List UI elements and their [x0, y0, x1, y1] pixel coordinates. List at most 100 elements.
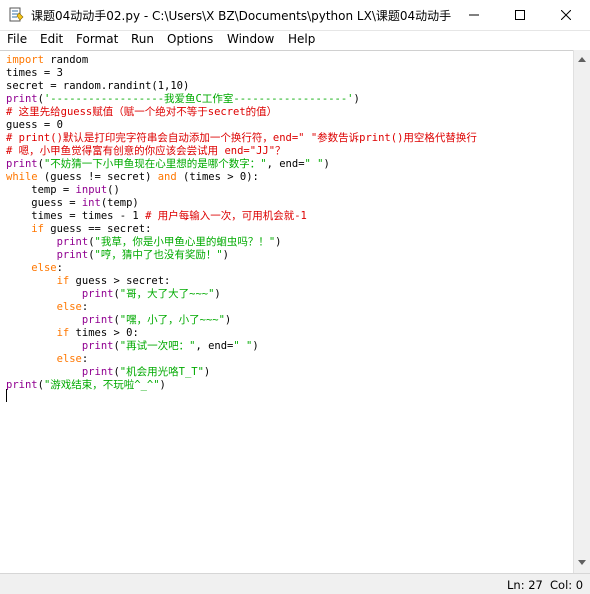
- code-token: ): [214, 288, 221, 300]
- close-icon: [561, 10, 571, 20]
- code-token: print: [81, 314, 114, 326]
- code-token: ): [203, 366, 211, 378]
- vertical-scrollbar[interactable]: [573, 50, 590, 573]
- code-editor[interactable]: import random times = 3 secret = random.ra…: [0, 50, 573, 573]
- code-line: else:: [6, 301, 89, 314]
- code-token: print: [6, 158, 38, 170]
- code-line: if guess > secret:: [6, 275, 171, 288]
- menu-file[interactable]: File: [7, 32, 27, 46]
- code-token: " ": [304, 158, 324, 170]
- minimize-button[interactable]: [451, 0, 497, 30]
- title-bar[interactable]: 课题04动动手02.py - C:\Users\X BZ\Documents\p…: [0, 0, 590, 31]
- code-token: times > 0:: [69, 327, 139, 339]
- code-token: # 嗯，小甲鱼觉得富有创意的你应该会尝试用 end="JJ"？: [6, 145, 286, 157]
- code-line: import random: [6, 54, 88, 67]
- code-token: (times > 0):: [176, 171, 259, 183]
- code-token: "游戏结束，不玩啦^_^": [43, 379, 160, 391]
- code-token: secret = random.randint(1,10): [6, 80, 190, 92]
- code-line: print("哥，大了大了~~~"): [6, 288, 221, 301]
- code-line: times = 3: [6, 67, 63, 80]
- minimize-icon: [469, 14, 479, 16]
- code-token: if: [56, 327, 70, 339]
- code-token: else: [56, 353, 82, 365]
- code-token: (): [107, 184, 120, 196]
- code-line: print("哼，猜中了也没有奖励！"): [6, 249, 229, 262]
- code-token: "哼，猜中了也没有奖励！": [94, 249, 223, 261]
- menu-help[interactable]: Help: [288, 32, 315, 46]
- code-token: ): [275, 236, 282, 248]
- code-token: :: [81, 353, 89, 365]
- code-token: input: [75, 184, 108, 196]
- code-token: if: [56, 275, 70, 287]
- code-token: print: [81, 288, 114, 300]
- code-token: "再试一次吧：": [119, 340, 196, 352]
- status-line-number: Ln: 27: [507, 578, 543, 592]
- code-line: guess = int(temp): [6, 197, 139, 210]
- menu-window[interactable]: Window: [227, 32, 274, 46]
- scroll-up-arrow-icon[interactable]: [578, 57, 586, 62]
- code-token: ): [353, 93, 360, 105]
- code-token: "嘿，小了，小了~~~": [119, 314, 225, 326]
- scroll-down-arrow-icon[interactable]: [578, 560, 586, 565]
- code-line: else:: [6, 262, 63, 275]
- maximize-button[interactable]: [497, 0, 543, 30]
- maximize-icon: [515, 10, 525, 20]
- code-line: print("不妨猜一下小甲鱼现在心里想的是哪个数字：", end=" "): [6, 158, 330, 171]
- code-line: print("嘿，小了，小了~~~"): [6, 314, 231, 327]
- code-token: else: [56, 301, 82, 313]
- menu-edit[interactable]: Edit: [40, 32, 63, 46]
- code-token: # 用户每输入一次，可用机会就-1: [145, 210, 307, 222]
- code-line: print('------------------我爱鱼C工作室--------…: [6, 93, 360, 106]
- code-line: if guess == secret:: [6, 223, 151, 236]
- code-token: print: [56, 249, 89, 261]
- code-line: # 嗯，小甲鱼觉得富有创意的你应该会尝试用 end="JJ"？: [6, 145, 286, 158]
- menu-run[interactable]: Run: [131, 32, 154, 46]
- code-token: print: [56, 236, 89, 248]
- code-line: else:: [6, 353, 89, 366]
- code-token: ): [159, 379, 166, 391]
- menu-bar: File Edit Format Run Options Window Help: [0, 31, 590, 50]
- code-token: and: [157, 171, 177, 183]
- code-line: while (guess != secret) and (times > 0):: [6, 171, 259, 184]
- code-line: if times > 0:: [6, 327, 139, 340]
- code-token: print: [6, 379, 38, 391]
- code-token: while: [6, 171, 38, 183]
- menu-options[interactable]: Options: [167, 32, 213, 46]
- code-token: temp =: [6, 184, 76, 196]
- window-title: 课题04动动手02.py - C:\Users\X BZ\Documents\p…: [31, 9, 451, 23]
- status-bar: Ln: 27 Col: 0: [0, 573, 590, 594]
- code-token: print: [6, 93, 38, 105]
- code-token: import: [6, 54, 44, 66]
- code-token: :: [81, 301, 89, 313]
- code-token: "哥，大了大了~~~": [119, 288, 215, 300]
- code-token: print: [81, 366, 114, 378]
- code-line: temp = input(): [6, 184, 120, 197]
- code-line: # print()默认是打印完字符串会自动添加一个换行符，end=" "参数告诉…: [6, 132, 477, 145]
- code-line: print("机会用光咯T_T"): [6, 366, 210, 379]
- code-token: # print()默认是打印完字符串会自动添加一个换行符，end=" "参数告诉…: [6, 132, 477, 144]
- code-token: ): [252, 340, 259, 352]
- code-line: print("再试一次吧：", end=" "): [6, 340, 259, 353]
- status-column-number: Col: 0: [550, 578, 584, 592]
- menu-format[interactable]: Format: [76, 32, 118, 46]
- code-token: ): [222, 249, 229, 261]
- code-line: # 这里先给guess赋值（赋一个绝对不等于secret的值）: [6, 106, 277, 119]
- code-token: ): [323, 158, 330, 170]
- code-token: "不妨猜一下小甲鱼现在心里想的是哪个数字：": [43, 158, 267, 170]
- code-token: , end=: [266, 158, 305, 170]
- close-button[interactable]: [543, 0, 589, 30]
- code-token: "机会用光咯T_T": [119, 366, 204, 378]
- code-line: secret = random.randint(1,10): [6, 80, 189, 93]
- code-token: (temp): [100, 197, 139, 209]
- code-token: (guess != secret): [37, 171, 158, 183]
- code-token: guess > secret:: [69, 275, 171, 287]
